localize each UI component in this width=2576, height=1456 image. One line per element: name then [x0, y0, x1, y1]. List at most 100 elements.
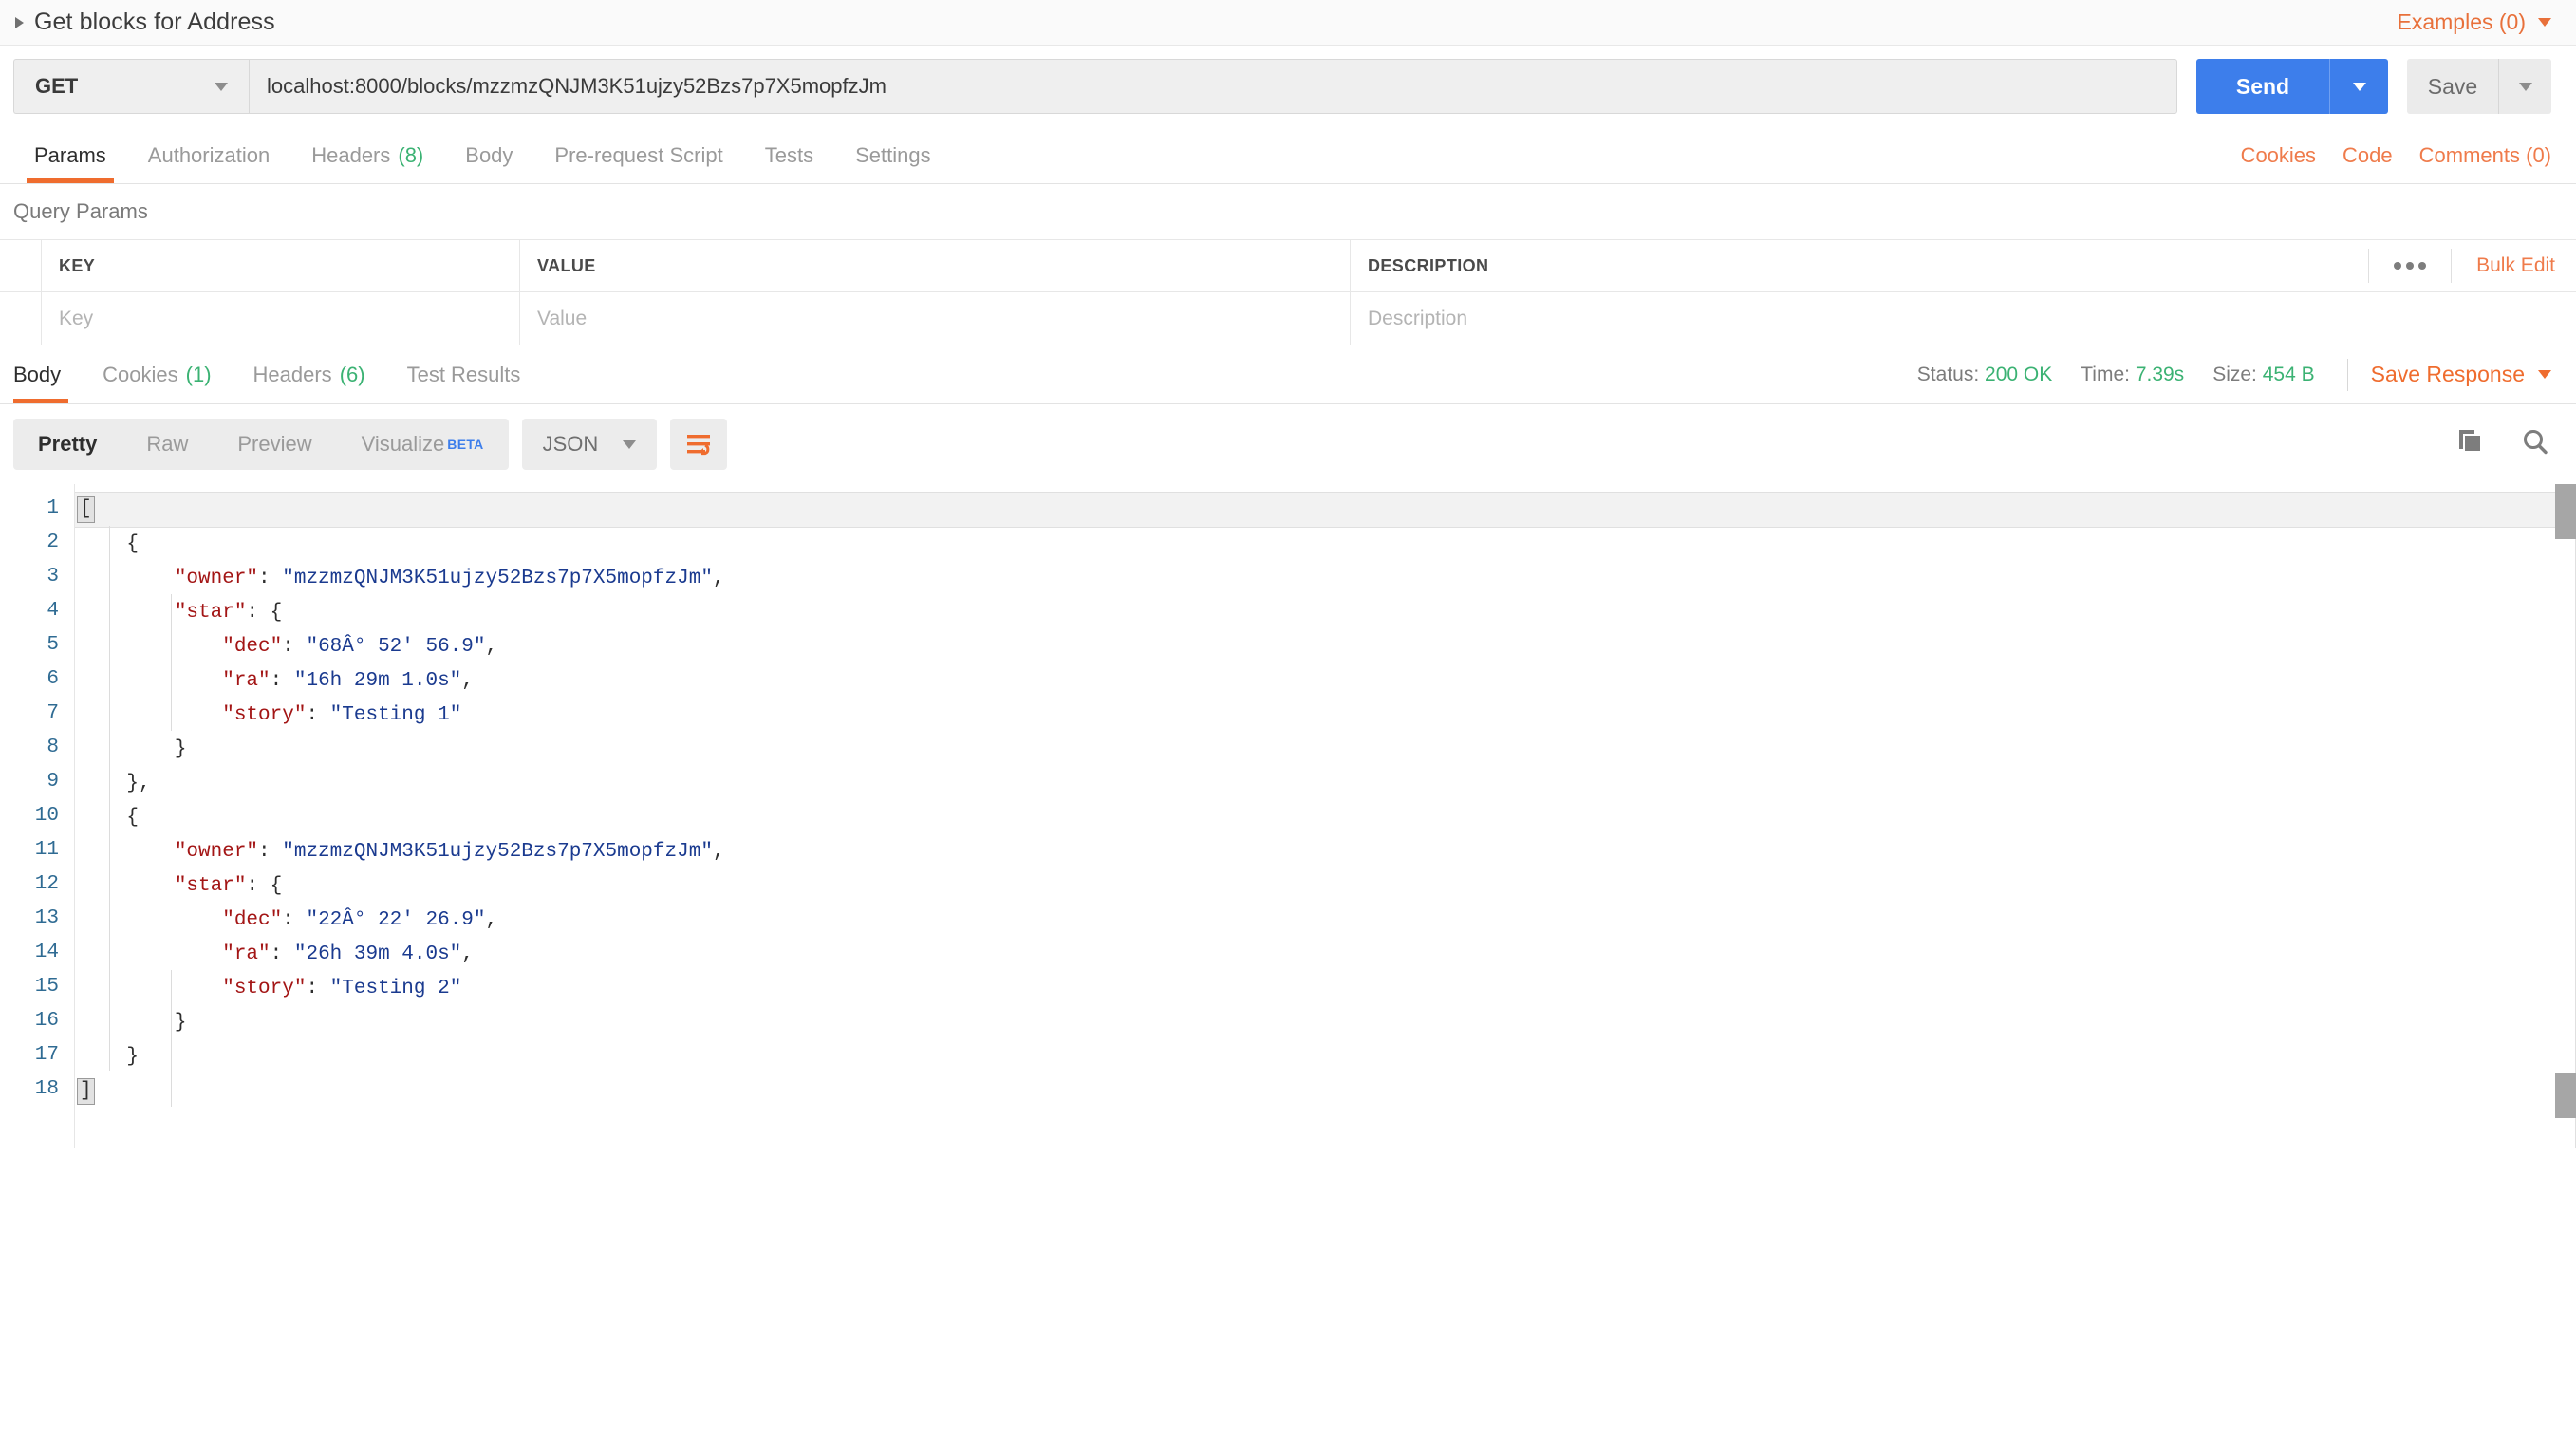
status-badge: Status: 200 OK	[1917, 364, 2052, 386]
select-all-cell[interactable]	[0, 240, 42, 291]
word-wrap-icon[interactable]	[670, 419, 728, 470]
chevron-down-icon	[215, 82, 228, 91]
line-number: 6	[47, 668, 59, 690]
code-line: "owner": "mzzmzQNJM3K51ujzy52Bzs7p7X5mop…	[79, 841, 725, 863]
tab-count: (8)	[398, 142, 424, 167]
code-link[interactable]: Code	[2343, 143, 2393, 168]
param-key-input[interactable]: Key	[42, 292, 520, 345]
tab-count: (6)	[339, 362, 365, 386]
chevron-down-icon	[2518, 82, 2532, 91]
caret-right-icon[interactable]	[15, 16, 24, 28]
response-tab-cookies[interactable]: Cookies (1)	[82, 345, 232, 403]
tab-authorization[interactable]: Authorization	[127, 127, 290, 183]
send-options-button[interactable]	[2329, 59, 2388, 114]
tab-label: Params	[34, 142, 106, 167]
view-mode-preview[interactable]: Preview	[213, 419, 336, 470]
fold-guide	[109, 526, 110, 1071]
line-number: 2	[47, 532, 59, 553]
query-params-title-row: Query Params	[0, 184, 2576, 239]
tab-label: Headers	[252, 362, 332, 386]
time-value: 7.39s	[2135, 363, 2185, 385]
param-description-input[interactable]: Description	[1351, 292, 2576, 345]
search-icon[interactable]	[2519, 426, 2551, 463]
code-line: "star": {	[79, 875, 283, 897]
response-tab-body[interactable]: Body	[0, 345, 82, 403]
vertical-scrollbar-thumb[interactable]	[2555, 484, 2576, 539]
code-line: "dec": "22Â° 22' 26.9",	[79, 909, 498, 931]
param-value-input[interactable]: Value	[520, 292, 1351, 345]
response-body-toolbar: Pretty Raw Preview Visualize BETA JSON	[0, 404, 2576, 484]
tab-label: Headers	[311, 142, 391, 167]
dot	[2406, 262, 2415, 270]
param-description-placeholder: Description	[1368, 307, 1468, 329]
cookies-link[interactable]: Cookies	[2241, 143, 2316, 168]
url-bar: GET localhost:8000/blocks/mzzmzQNJM3K51u…	[0, 46, 2576, 127]
view-mode-pretty[interactable]: Pretty	[13, 419, 121, 470]
size-label: Size:	[2212, 363, 2257, 385]
line-number: 15	[34, 976, 59, 998]
save-response-button[interactable]: Save Response	[2371, 362, 2551, 387]
line-number: 3	[47, 566, 59, 588]
view-mode-visualize[interactable]: Visualize BETA	[337, 419, 509, 470]
line-number: 14	[34, 942, 59, 963]
save-options-button[interactable]	[2498, 59, 2551, 114]
request-tabs: Params Authorization Headers (8) Body Pr…	[0, 127, 2576, 184]
table-row: Key Value Description	[0, 292, 2576, 345]
line-number: 1	[47, 497, 59, 519]
view-mode-group: Pretty Raw Preview Visualize BETA	[13, 419, 509, 470]
tab-label: Body	[13, 362, 62, 386]
response-tabs: Body Cookies (1) Headers (6) Test Result…	[0, 345, 2576, 404]
line-number: 18	[34, 1078, 59, 1100]
status-value: 200 OK	[1985, 363, 2053, 385]
tab-label: Test Results	[406, 362, 521, 386]
copy-icon[interactable]	[2453, 426, 2485, 463]
bulk-edit-button[interactable]: Bulk Edit	[2452, 254, 2555, 277]
line-number: 10	[34, 805, 59, 827]
query-params-title: Query Params	[13, 199, 148, 223]
response-tab-test-results[interactable]: Test Results	[386, 345, 542, 403]
save-button[interactable]: Save	[2407, 59, 2498, 114]
column-header-label: VALUE	[537, 255, 596, 275]
tab-pre-request-script[interactable]: Pre-request Script	[533, 127, 743, 183]
chevron-down-icon	[2352, 82, 2366, 91]
column-header-key: KEY	[42, 240, 520, 291]
http-method-label: GET	[35, 74, 79, 98]
tab-body[interactable]: Body	[444, 127, 533, 183]
row-checkbox-cell[interactable]	[0, 292, 42, 345]
response-body-code[interactable]: 1 2 3 4 5 6 7 8 9 10 11 12 13 14 15 16 1…	[0, 484, 2576, 1148]
code-content[interactable]: [ { "owner": "mzzmzQNJM3K51ujzy52Bzs7p7X…	[74, 484, 2576, 1148]
send-button-group: Send	[2196, 59, 2388, 114]
chevron-down-icon	[2538, 18, 2551, 27]
tab-label: Authorization	[147, 142, 271, 167]
response-tab-headers[interactable]: Headers (6)	[233, 345, 386, 403]
url-input[interactable]: localhost:8000/blocks/mzzmzQNJM3K51ujzy5…	[249, 59, 2177, 114]
comments-link[interactable]: Comments (0)	[2419, 143, 2551, 168]
tab-headers[interactable]: Headers (8)	[290, 127, 444, 183]
dot	[2418, 262, 2427, 270]
tab-label: Tests	[764, 142, 814, 167]
search-glyph	[2524, 429, 2548, 454]
http-method-select[interactable]: GET	[13, 59, 249, 114]
response-format-select[interactable]: JSON	[521, 419, 658, 470]
tab-label: Body	[465, 142, 513, 167]
view-mode-raw[interactable]: Raw	[121, 419, 213, 470]
chevron-down-icon	[623, 439, 637, 449]
send-button[interactable]: Send	[2196, 59, 2329, 114]
code-line: "owner": "mzzmzQNJM3K51ujzy52Bzs7p7X5mop…	[79, 568, 725, 589]
ellipsis-icon[interactable]	[2368, 249, 2453, 283]
code-line: {	[126, 533, 140, 555]
code-line: }	[79, 738, 187, 760]
param-value-placeholder: Value	[537, 307, 588, 329]
table-header-actions: Bulk Edit	[2368, 249, 2576, 283]
table-header-row: KEY VALUE DESCRIPTION Bulk Edit	[0, 239, 2576, 292]
line-number: 7	[47, 702, 59, 724]
time-label: Time:	[2081, 363, 2130, 385]
vertical-scrollbar-thumb-secondary[interactable]	[2555, 1073, 2576, 1118]
tab-params[interactable]: Params	[13, 127, 127, 183]
tab-tests[interactable]: Tests	[744, 127, 834, 183]
view-mode-label: Pretty	[38, 432, 98, 456]
fold-guide	[171, 594, 172, 731]
tab-settings[interactable]: Settings	[834, 127, 952, 183]
examples-dropdown[interactable]: Examples (0)	[2398, 9, 2551, 35]
time-badge: Time: 7.39s	[2081, 364, 2184, 386]
